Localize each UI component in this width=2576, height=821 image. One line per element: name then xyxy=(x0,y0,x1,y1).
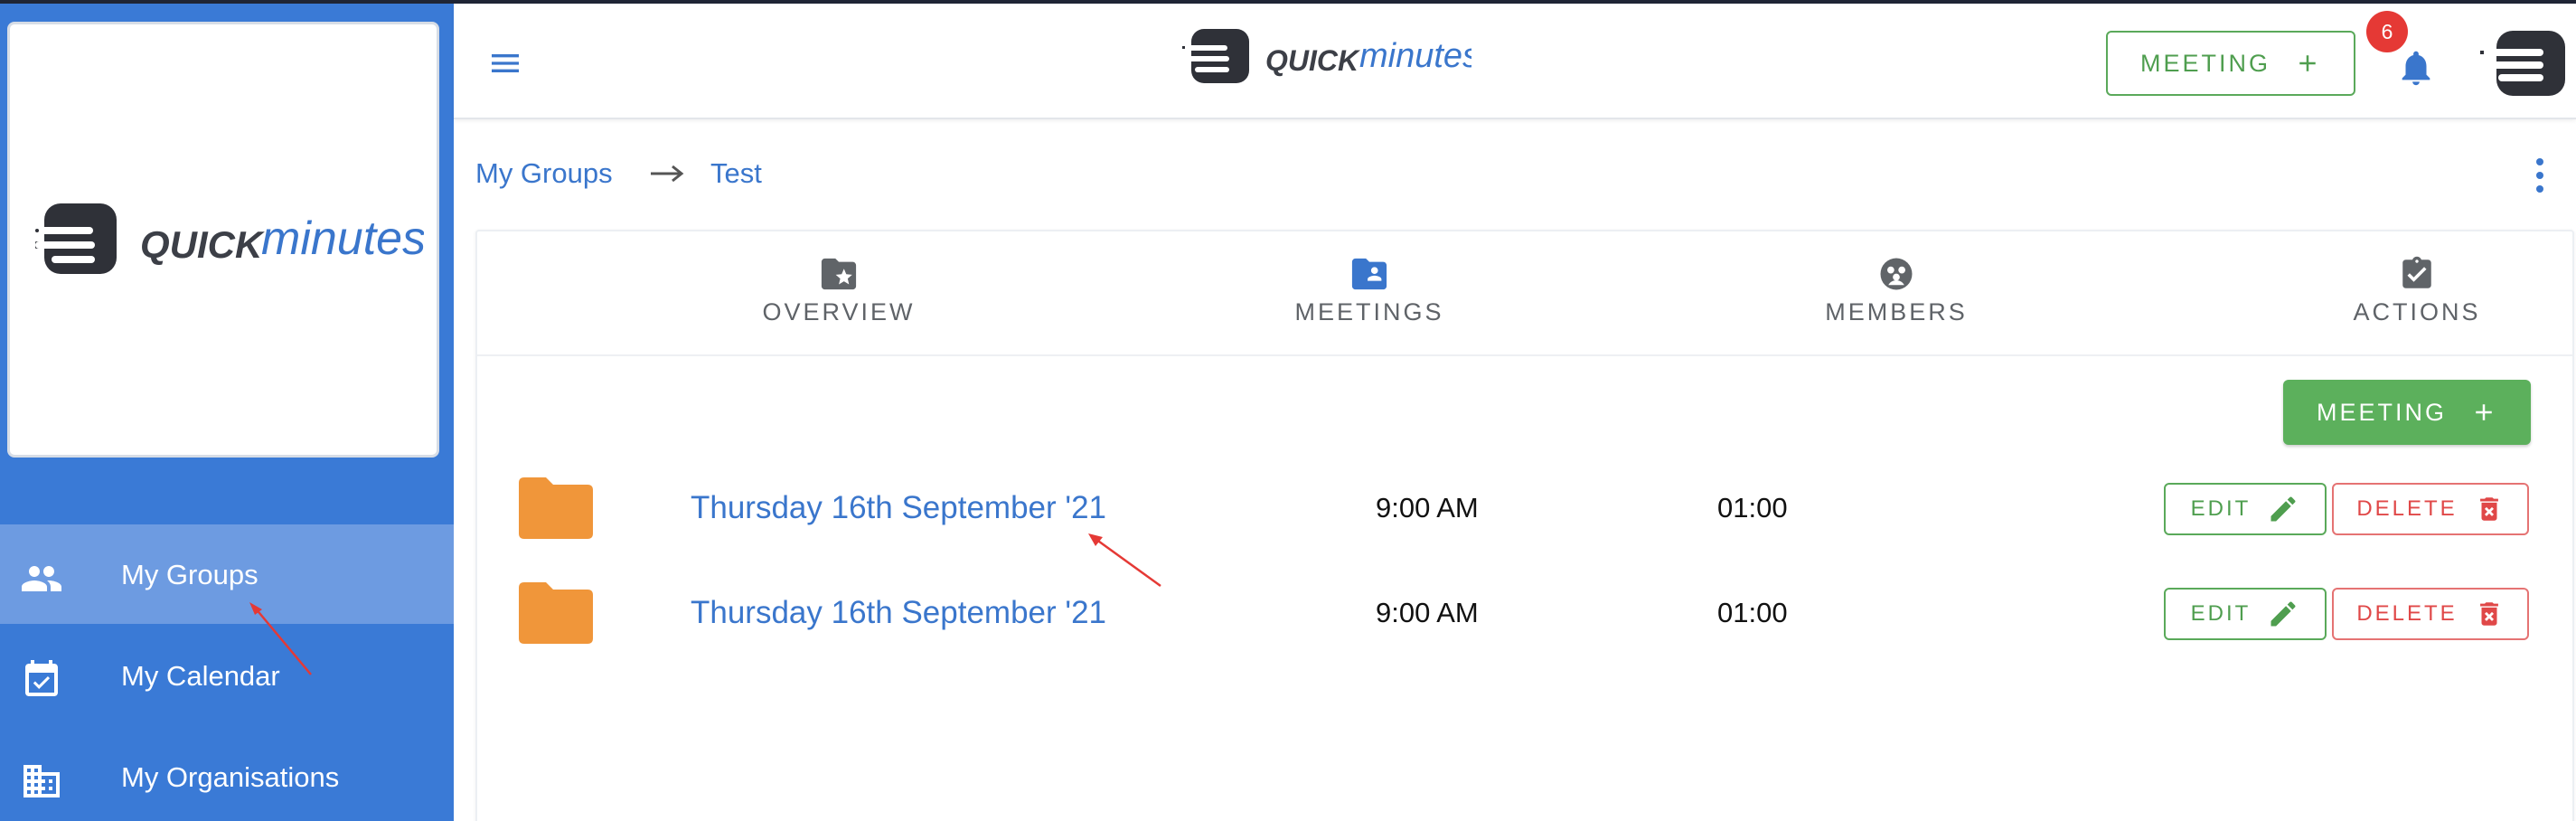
folder-icon xyxy=(519,582,593,644)
bell-icon[interactable] xyxy=(2395,45,2437,90)
meeting-time: 9:00 AM xyxy=(1376,597,1479,628)
pencil-icon xyxy=(2270,601,2296,627)
folder-account-icon xyxy=(1351,258,1387,290)
meeting-duration: 01:00 xyxy=(1717,492,1788,524)
members-icon xyxy=(1880,258,1913,290)
calendar-check-icon xyxy=(25,660,58,696)
trash-icon xyxy=(2479,497,2498,521)
tab-members[interactable]: MEMBERS xyxy=(1706,231,2086,354)
sidebar-item-label: My Calendar xyxy=(121,660,280,692)
edit-meeting-button[interactable]: EDIT xyxy=(2164,483,2327,535)
tab-label: OVERVIEW xyxy=(762,298,916,326)
meeting-title-link[interactable]: Thursday 16th September '21 xyxy=(691,595,1106,631)
breadcrumb-root[interactable]: My Groups xyxy=(475,157,613,190)
menu-icon[interactable] xyxy=(484,45,526,81)
sidebar-item-label: My Organisations xyxy=(121,761,340,793)
svg-text:QUICK: QUICK xyxy=(140,223,265,267)
clipboard-check-icon xyxy=(2402,256,2431,288)
sidebar: QUICK minutes My Groups My Calendar My O… xyxy=(0,4,454,821)
add-meeting-button[interactable]: MEETING xyxy=(2283,380,2531,445)
edit-meeting-button[interactable]: EDIT xyxy=(2164,588,2327,640)
meeting-time: 9:00 AM xyxy=(1376,492,1479,524)
breadcrumb-current[interactable]: Test xyxy=(710,157,762,190)
plus-icon xyxy=(2299,55,2316,71)
delete-label: DELETE xyxy=(2356,601,2458,626)
header-add-meeting-label: MEETING xyxy=(2139,49,2270,77)
delete-label: DELETE xyxy=(2356,496,2458,521)
meeting-duration: 01:00 xyxy=(1717,597,1788,628)
app-root: QUICK minutes My Groups My Calendar My O… xyxy=(0,0,2576,821)
folder-star-icon xyxy=(821,258,857,290)
notification-badge: 6 xyxy=(2366,11,2408,52)
group-content-card: OVERVIEW MEETINGS MEMBERS ACTIONS MEETIN… xyxy=(475,230,2574,821)
top-header: QUICK minutes MEETING 6 xyxy=(454,4,2576,119)
building-icon xyxy=(24,765,60,797)
pencil-icon xyxy=(2270,496,2296,522)
meeting-row: Thursday 16th September '21 9:00 AM 01:0… xyxy=(477,580,2572,662)
tab-label: MEMBERS xyxy=(1825,298,1968,326)
tab-label: ACTIONS xyxy=(2353,298,2481,326)
meeting-title-link[interactable]: Thursday 16th September '21 xyxy=(691,490,1106,526)
tab-overview[interactable]: OVERVIEW xyxy=(649,231,1029,354)
svg-text:QUICK: QUICK xyxy=(1265,44,1361,77)
edit-label: EDIT xyxy=(2190,496,2252,521)
plus-icon xyxy=(2476,404,2492,420)
more-vert-icon[interactable] xyxy=(2531,157,2549,193)
delete-meeting-button[interactable]: DELETE xyxy=(2332,483,2529,535)
tab-meetings[interactable]: MEETINGS xyxy=(1180,231,1559,354)
sidebar-item-my-organisations[interactable]: My Organisations xyxy=(0,727,454,821)
tab-actions[interactable]: ACTIONS xyxy=(2227,231,2576,354)
header-quickminutes-logo[interactable]: QUICK minutes xyxy=(1182,27,1471,87)
svg-text:minutes: minutes xyxy=(261,212,424,265)
edit-label: EDIT xyxy=(2190,601,2252,626)
group-tabs: OVERVIEW MEETINGS MEMBERS ACTIONS xyxy=(477,231,2572,356)
add-meeting-label: MEETING xyxy=(2316,398,2447,426)
quickminutes-logo: QUICK minutes xyxy=(35,203,424,274)
arrow-right-icon xyxy=(651,165,684,183)
meeting-row: Thursday 16th September '21 9:00 AM 01:0… xyxy=(477,476,2572,557)
people-icon xyxy=(22,566,61,591)
sidebar-logo-card: QUICK minutes xyxy=(7,22,439,458)
sidebar-item-my-groups[interactable]: My Groups xyxy=(0,524,454,624)
folder-icon xyxy=(519,477,593,539)
trash-icon xyxy=(2479,602,2498,626)
sidebar-item-my-calendar[interactable]: My Calendar xyxy=(0,626,454,725)
tab-label: MEETINGS xyxy=(1294,298,1444,326)
header-add-meeting-button[interactable]: MEETING xyxy=(2106,31,2355,96)
user-avatar[interactable] xyxy=(2477,29,2567,98)
svg-text:minutes: minutes xyxy=(1359,37,1471,75)
sidebar-item-label: My Groups xyxy=(121,559,259,590)
delete-meeting-button[interactable]: DELETE xyxy=(2332,588,2529,640)
